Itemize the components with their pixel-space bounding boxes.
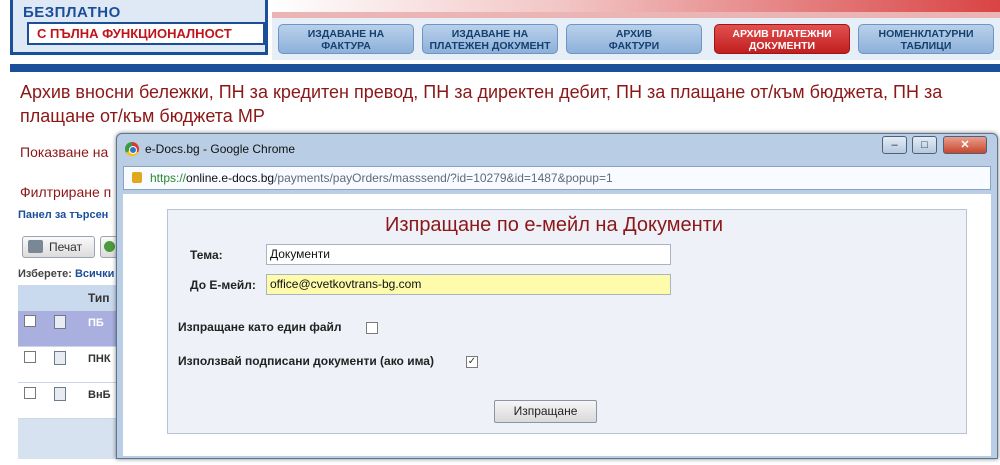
row-checkbox[interactable] bbox=[24, 351, 36, 363]
logo[interactable]: БЕЗПЛАТНО С ПЪЛНА ФУНКЦИОНАЛНОСТ bbox=[10, 0, 268, 55]
logo-tagline: С ПЪЛНА ФУНКЦИОНАЛНОСТ bbox=[27, 22, 265, 45]
popup-window: e-Docs.bg - Google Chrome ‒ □ ✕ https://… bbox=[116, 133, 998, 459]
nav-tab-label: ПЛАТЕЖЕН ДОКУМЕНТ bbox=[429, 40, 551, 52]
subject-label: Тема: bbox=[190, 248, 223, 262]
nav-tab-label: АРХИВ bbox=[615, 28, 653, 40]
nav-tab-label: ДОКУМЕНТИ bbox=[748, 40, 816, 52]
maximize-button[interactable]: □ bbox=[912, 136, 937, 154]
row-type: ВнБ bbox=[88, 389, 111, 401]
column-header-type[interactable]: Тип bbox=[88, 291, 110, 305]
nav-tab-label: ФАКТУРИ bbox=[608, 40, 660, 52]
main-nav: ИЗДАВАНЕ НА ФАКТУРА ИЗДАВАНЕ НА ПЛАТЕЖЕН… bbox=[272, 18, 1000, 60]
table-row[interactable]: ВнБ bbox=[18, 383, 128, 419]
export-icon bbox=[104, 241, 115, 252]
nav-tab-label: ФАКТУРА bbox=[321, 40, 371, 52]
email-label: До Е-мейл: bbox=[190, 278, 256, 292]
nav-tab-label: НОМЕНКЛАТУРНИ bbox=[878, 28, 974, 40]
email-input[interactable]: office@cvetkovtrans-bg.com bbox=[266, 274, 671, 295]
popup-content: Изпращане по е-мейл на Документи Тема: Д… bbox=[123, 194, 991, 456]
nav-tab-nomenclature[interactable]: НОМЕНКЛАТУРНИ ТАБЛИЦИ bbox=[858, 24, 994, 54]
chrome-icon bbox=[125, 142, 139, 156]
display-heading: Показване на bbox=[20, 144, 109, 160]
site-header: БЕЗПЛАТНО С ПЪЛНА ФУНКЦИОНАЛНОСТ ИЗДАВАН… bbox=[0, 0, 1000, 72]
address-bar[interactable]: https://online.e-docs.bg/payments/payOrd… bbox=[123, 166, 991, 190]
nav-tab-invoice-archive[interactable]: АРХИВ ФАКТУРИ bbox=[566, 24, 702, 54]
printer-icon bbox=[28, 240, 43, 253]
form-title: Изпращане по е-мейл на Документи bbox=[384, 214, 724, 236]
row-checkbox[interactable] bbox=[24, 315, 36, 327]
table-row[interactable]: ПНК bbox=[18, 347, 128, 383]
minimize-button[interactable]: ‒ bbox=[882, 136, 907, 154]
table-footer bbox=[18, 419, 128, 459]
table-header: Тип bbox=[18, 285, 128, 311]
nav-tab-label: ТАБЛИЦИ bbox=[900, 40, 952, 52]
logo-title: БЕЗПЛАТНО bbox=[23, 4, 121, 21]
nav-tab-label: АРХИВ ПЛАТЕЖНИ bbox=[732, 28, 832, 40]
window-title: e-Docs.bg - Google Chrome bbox=[145, 142, 296, 156]
page: БЕЗПЛАТНО С ПЪЛНА ФУНКЦИОНАЛНОСТ ИЗДАВАН… bbox=[0, 0, 1000, 465]
select-prefix: Изберете: bbox=[18, 268, 72, 280]
subject-input[interactable]: Документи bbox=[266, 244, 671, 265]
url-path: /payments/payOrders/masssend/?id=10279&i… bbox=[274, 171, 613, 185]
row-checkbox[interactable] bbox=[24, 387, 36, 399]
close-button[interactable]: ✕ bbox=[943, 136, 987, 154]
url-host: online.e-docs.bg bbox=[186, 171, 275, 185]
send-button[interactable]: Изпращане bbox=[494, 400, 597, 423]
nav-tab-payment-archive[interactable]: АРХИВ ПЛАТЕЖНИ ДОКУМЕНТИ bbox=[714, 24, 850, 54]
print-button-label: Печат bbox=[49, 240, 83, 254]
signed-docs-checkbox[interactable]: ✓ bbox=[466, 356, 478, 368]
print-button[interactable]: Печат bbox=[22, 236, 95, 258]
search-panel-link[interactable]: Панел за търсен bbox=[18, 209, 108, 221]
signed-docs-label: Използвай подписани документи (ако има) bbox=[178, 354, 434, 368]
nav-underline bbox=[10, 64, 1000, 72]
lock-icon bbox=[132, 172, 142, 183]
nav-tab-payment-document[interactable]: ИЗДАВАНЕ НА ПЛАТЕЖЕН ДОКУМЕНТ bbox=[422, 24, 558, 54]
row-type: ПБ bbox=[88, 317, 104, 329]
single-file-checkbox[interactable] bbox=[366, 322, 378, 334]
single-file-label: Изпращане като един файл bbox=[178, 320, 342, 334]
select-row: Изберете: Всички bbox=[18, 268, 114, 280]
filter-heading: Филтриране п bbox=[20, 184, 112, 200]
url-scheme: https:// bbox=[150, 171, 187, 185]
page-title: Архив вносни бележки, ПН за кредитен пре… bbox=[20, 82, 943, 126]
nav-tab-label: ИЗДАВАНЕ НА bbox=[451, 28, 529, 40]
table-row[interactable]: ПБ bbox=[18, 311, 128, 347]
row-type: ПНК bbox=[88, 353, 111, 365]
documents-table: Тип ПБ ПНК ВнБ bbox=[18, 285, 128, 459]
document-icon[interactable] bbox=[54, 315, 66, 329]
header-stripe bbox=[272, 0, 1000, 12]
document-icon[interactable] bbox=[54, 387, 66, 401]
document-icon[interactable] bbox=[54, 351, 66, 365]
nav-tab-invoice[interactable]: ИЗДАВАНЕ НА ФАКТУРА bbox=[278, 24, 414, 54]
select-all-link[interactable]: Всички bbox=[75, 268, 114, 280]
nav-tab-label: ИЗДАВАНЕ НА bbox=[307, 28, 385, 40]
email-form: Изпращане по е-мейл на Документи Тема: Д… bbox=[167, 209, 967, 434]
